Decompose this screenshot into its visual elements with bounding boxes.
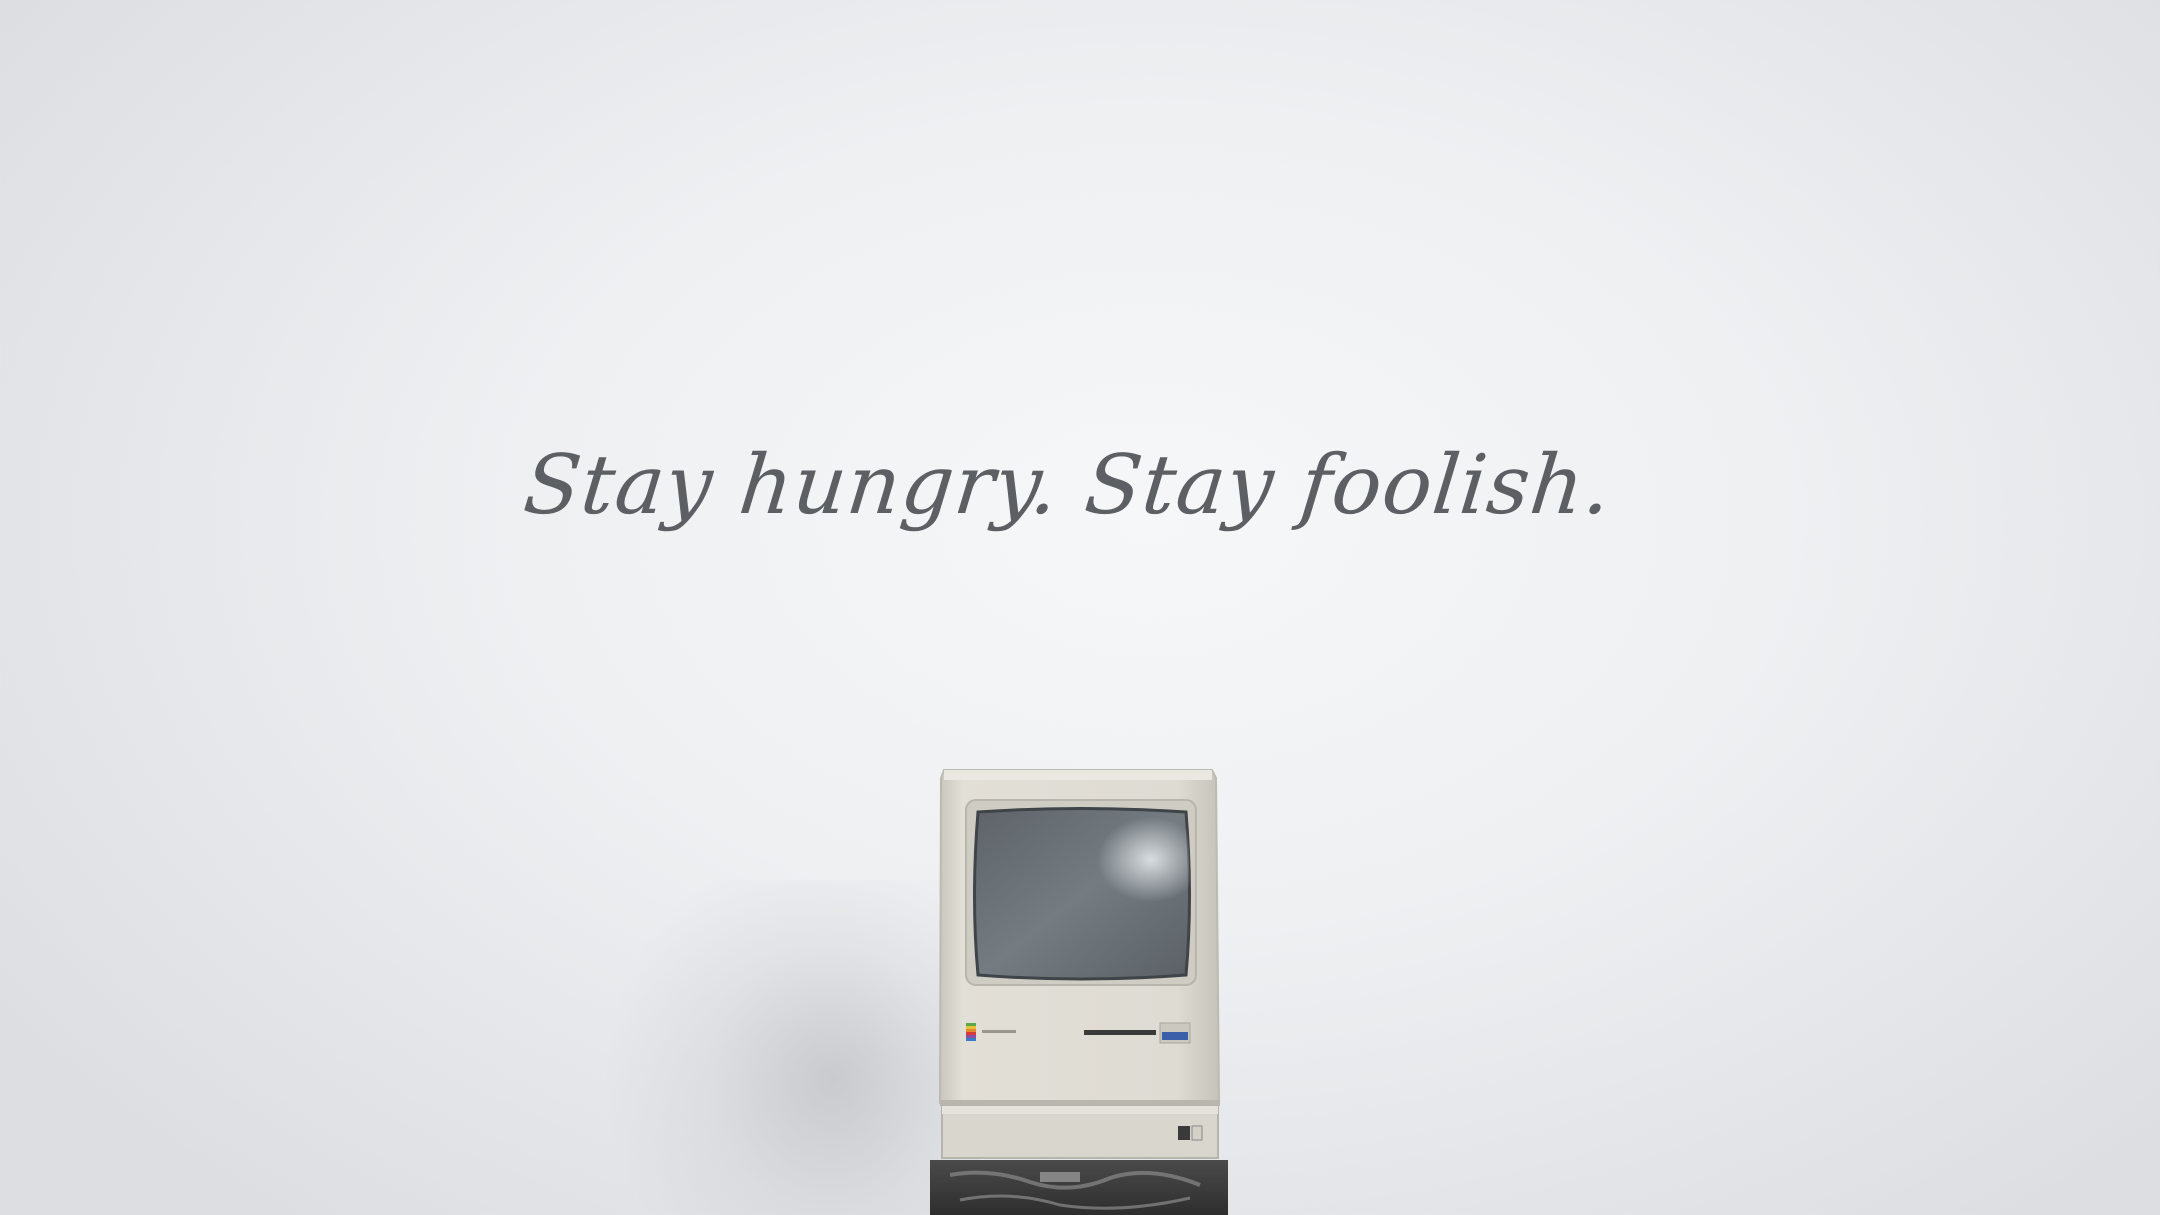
vintage-macintosh-computer-icon [930, 769, 1228, 1215]
stand [930, 1160, 1228, 1215]
wallpaper-scene: Stay hungry. Stay foolish. [0, 0, 2160, 1215]
computer-case [938, 769, 1221, 1106]
computer-base-unit [941, 1105, 1219, 1159]
apple-logo-icon [966, 1023, 976, 1041]
